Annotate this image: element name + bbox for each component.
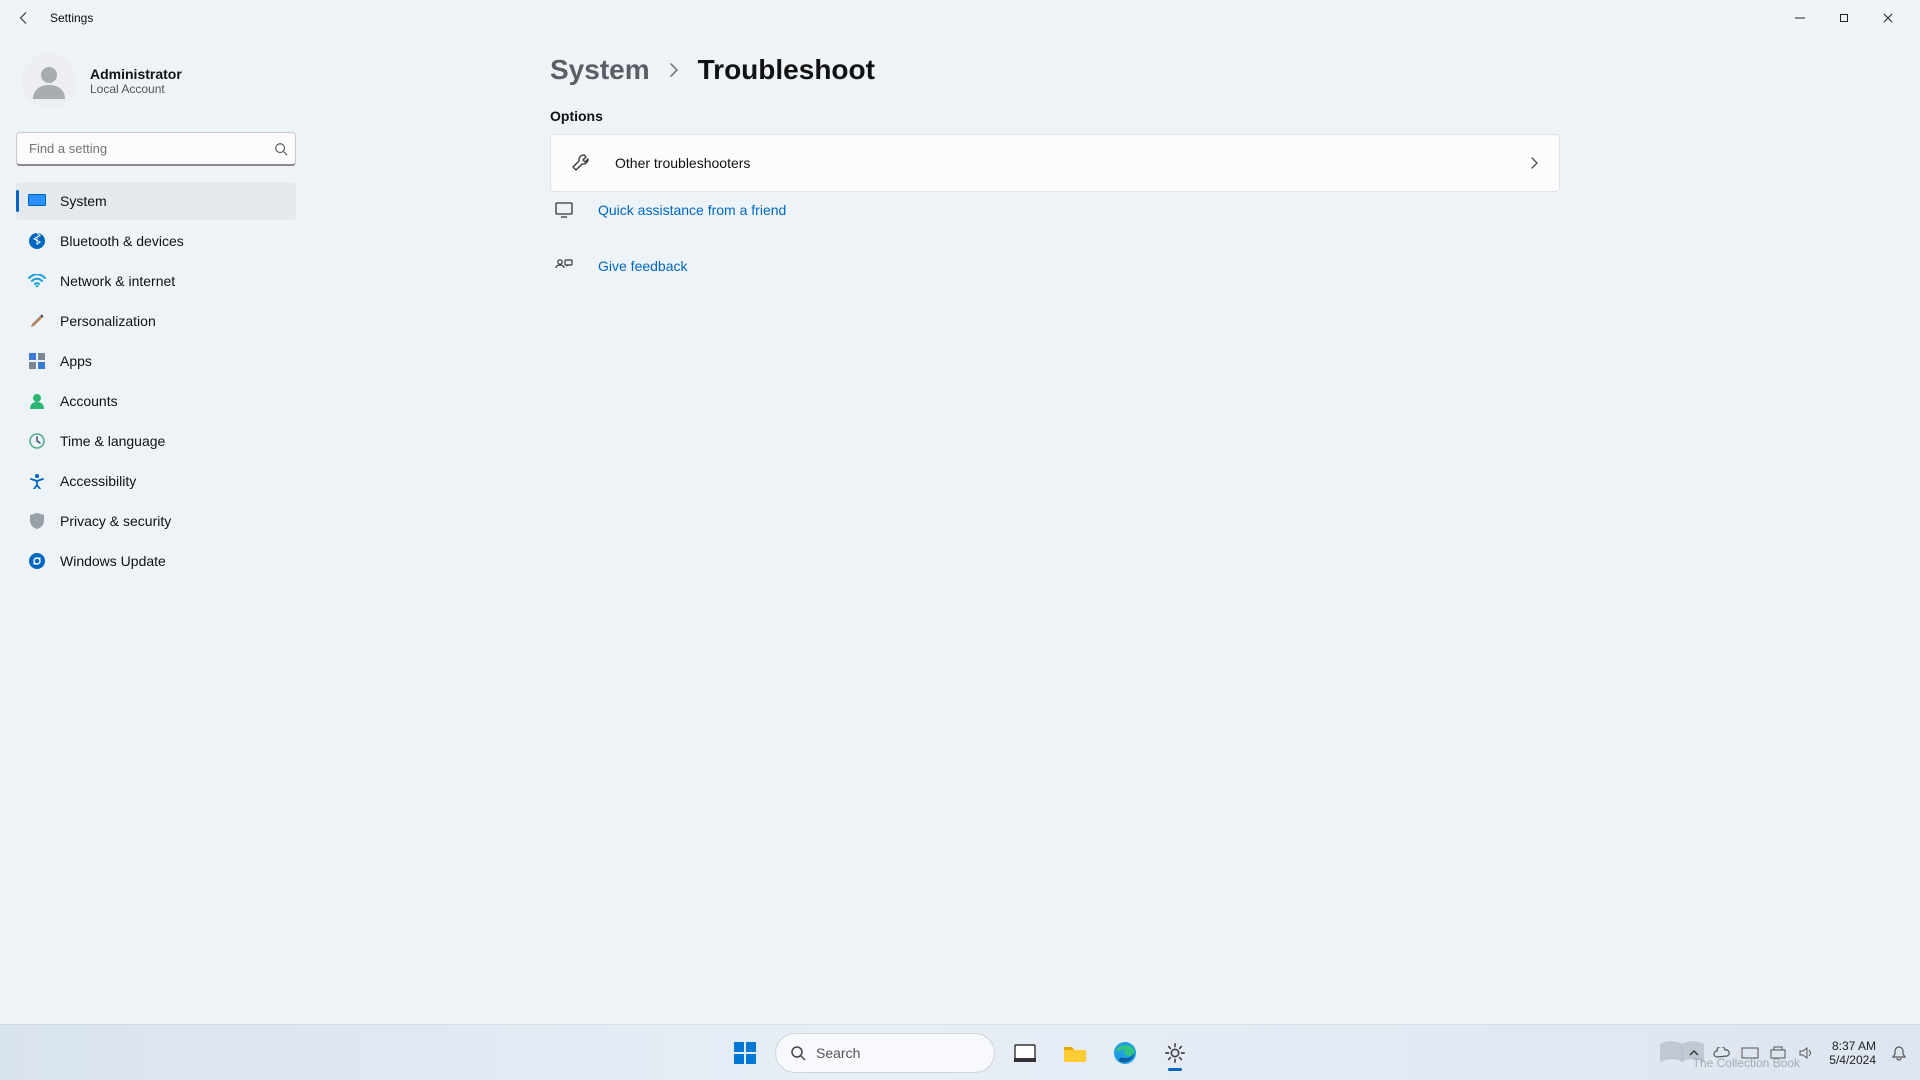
nav-list: System Bluetooth & devices Network & int… bbox=[16, 182, 296, 580]
maximize-icon bbox=[1839, 13, 1849, 23]
nav-label: Privacy & security bbox=[60, 513, 171, 529]
person-icon bbox=[29, 61, 69, 101]
folder-icon bbox=[1063, 1043, 1087, 1063]
search-input[interactable] bbox=[16, 132, 296, 166]
minimize-icon bbox=[1795, 13, 1805, 23]
bell-icon bbox=[1891, 1045, 1907, 1061]
wifi-icon bbox=[28, 272, 46, 290]
sidebar: Administrator Local Account System Bluet… bbox=[0, 36, 310, 1024]
speaker-icon bbox=[1798, 1046, 1814, 1060]
clock-time: 8:37 AM bbox=[1829, 1039, 1876, 1053]
nav-label: Accessibility bbox=[60, 473, 136, 489]
chevron-up-icon bbox=[1688, 1047, 1700, 1059]
nav-label: Accounts bbox=[60, 393, 118, 409]
breadcrumb-parent[interactable]: System bbox=[550, 54, 650, 86]
tray-onedrive-icon[interactable] bbox=[1711, 1033, 1733, 1073]
nav-label: Time & language bbox=[60, 433, 165, 449]
minimize-button[interactable] bbox=[1778, 3, 1822, 33]
search-icon bbox=[790, 1045, 806, 1061]
shield-icon bbox=[28, 512, 46, 530]
nav-item-accounts[interactable]: Accounts bbox=[16, 382, 296, 420]
breadcrumb: System Troubleshoot bbox=[550, 54, 1880, 86]
nav-item-privacy[interactable]: Privacy & security bbox=[16, 502, 296, 540]
nav-item-bluetooth[interactable]: Bluetooth & devices bbox=[16, 222, 296, 260]
notifications-button[interactable] bbox=[1888, 1033, 1910, 1073]
content-area: System Troubleshoot Options Other troubl… bbox=[310, 36, 1920, 1024]
clock-globe-icon bbox=[28, 432, 46, 450]
maximize-button[interactable] bbox=[1822, 3, 1866, 33]
bluetooth-icon bbox=[28, 232, 46, 250]
link-give-feedback[interactable]: Give feedback bbox=[598, 258, 688, 274]
edge-button[interactable] bbox=[1105, 1033, 1145, 1073]
nav-item-windows-update[interactable]: Windows Update bbox=[16, 542, 296, 580]
titlebar: Settings bbox=[0, 0, 1920, 36]
section-heading-options: Options bbox=[550, 108, 1880, 124]
tray-volume-icon[interactable] bbox=[1795, 1033, 1817, 1073]
file-explorer-button[interactable] bbox=[1055, 1033, 1095, 1073]
tray-chevron-button[interactable] bbox=[1683, 1033, 1705, 1073]
back-button[interactable] bbox=[10, 4, 38, 32]
profile-name: Administrator bbox=[90, 66, 182, 82]
nav-item-accessibility[interactable]: Accessibility bbox=[16, 462, 296, 500]
wrench-icon bbox=[571, 153, 591, 173]
update-icon bbox=[28, 552, 46, 570]
keyboard-icon bbox=[1741, 1047, 1759, 1059]
chevron-right-icon bbox=[1529, 156, 1539, 170]
link-row-give-feedback: Give feedback bbox=[550, 252, 1880, 280]
nav-label: System bbox=[60, 193, 107, 209]
taskbar-search-label: Search bbox=[816, 1045, 860, 1061]
nav-item-system[interactable]: System bbox=[16, 182, 296, 220]
link-quick-assistance[interactable]: Quick assistance from a friend bbox=[598, 202, 786, 218]
taskbar-center: Search bbox=[725, 1033, 1195, 1073]
system-icon bbox=[28, 192, 46, 210]
back-arrow-icon bbox=[17, 11, 31, 25]
system-tray: 8:37 AM 5/4/2024 bbox=[1683, 1033, 1910, 1073]
profile-subtitle: Local Account bbox=[90, 82, 182, 96]
search-wrap bbox=[16, 132, 296, 166]
search-icon bbox=[274, 142, 288, 156]
window-title: Settings bbox=[50, 11, 93, 25]
avatar bbox=[22, 54, 76, 108]
nav-label: Apps bbox=[60, 353, 92, 369]
link-row-quick-assistance: Quick assistance from a friend bbox=[550, 196, 1880, 224]
task-view-icon bbox=[1014, 1044, 1036, 1062]
accessibility-icon bbox=[28, 472, 46, 490]
chevron-right-icon bbox=[668, 61, 680, 79]
settings-taskbar-button[interactable] bbox=[1155, 1033, 1195, 1073]
breadcrumb-current: Troubleshoot bbox=[698, 54, 875, 86]
nav-item-personalization[interactable]: Personalization bbox=[16, 302, 296, 340]
clock-date: 5/4/2024 bbox=[1829, 1053, 1876, 1067]
nav-item-time-language[interactable]: Time & language bbox=[16, 422, 296, 460]
close-icon bbox=[1883, 13, 1893, 23]
windows-logo-icon bbox=[734, 1042, 756, 1064]
taskbar-clock[interactable]: 8:37 AM 5/4/2024 bbox=[1823, 1039, 1882, 1067]
nav-item-network[interactable]: Network & internet bbox=[16, 262, 296, 300]
taskbar: Search The Collection Book 8:37 AM 5/4/2… bbox=[0, 1024, 1920, 1080]
cloud-icon bbox=[1713, 1047, 1731, 1059]
nav-label: Bluetooth & devices bbox=[60, 233, 184, 249]
task-view-button[interactable] bbox=[1005, 1033, 1045, 1073]
nav-label: Network & internet bbox=[60, 273, 175, 289]
ethernet-icon bbox=[1770, 1046, 1786, 1060]
start-button[interactable] bbox=[725, 1033, 765, 1073]
card-other-troubleshooters[interactable]: Other troubleshooters bbox=[550, 134, 1560, 192]
edge-icon bbox=[1113, 1041, 1137, 1065]
card-label: Other troubleshooters bbox=[615, 155, 1529, 171]
taskbar-search[interactable]: Search bbox=[775, 1033, 995, 1073]
gear-icon bbox=[1164, 1042, 1186, 1064]
nav-label: Personalization bbox=[60, 313, 156, 329]
search-button[interactable] bbox=[274, 142, 288, 156]
feedback-icon bbox=[554, 258, 574, 274]
profile-block[interactable]: Administrator Local Account bbox=[16, 36, 296, 132]
account-icon bbox=[28, 392, 46, 410]
monitor-icon bbox=[554, 202, 574, 218]
tray-network-icon[interactable] bbox=[1767, 1033, 1789, 1073]
paintbrush-icon bbox=[28, 312, 46, 330]
close-button[interactable] bbox=[1866, 3, 1910, 33]
nav-label: Windows Update bbox=[60, 553, 166, 569]
tray-language-icon[interactable] bbox=[1739, 1033, 1761, 1073]
apps-icon bbox=[28, 352, 46, 370]
nav-item-apps[interactable]: Apps bbox=[16, 342, 296, 380]
